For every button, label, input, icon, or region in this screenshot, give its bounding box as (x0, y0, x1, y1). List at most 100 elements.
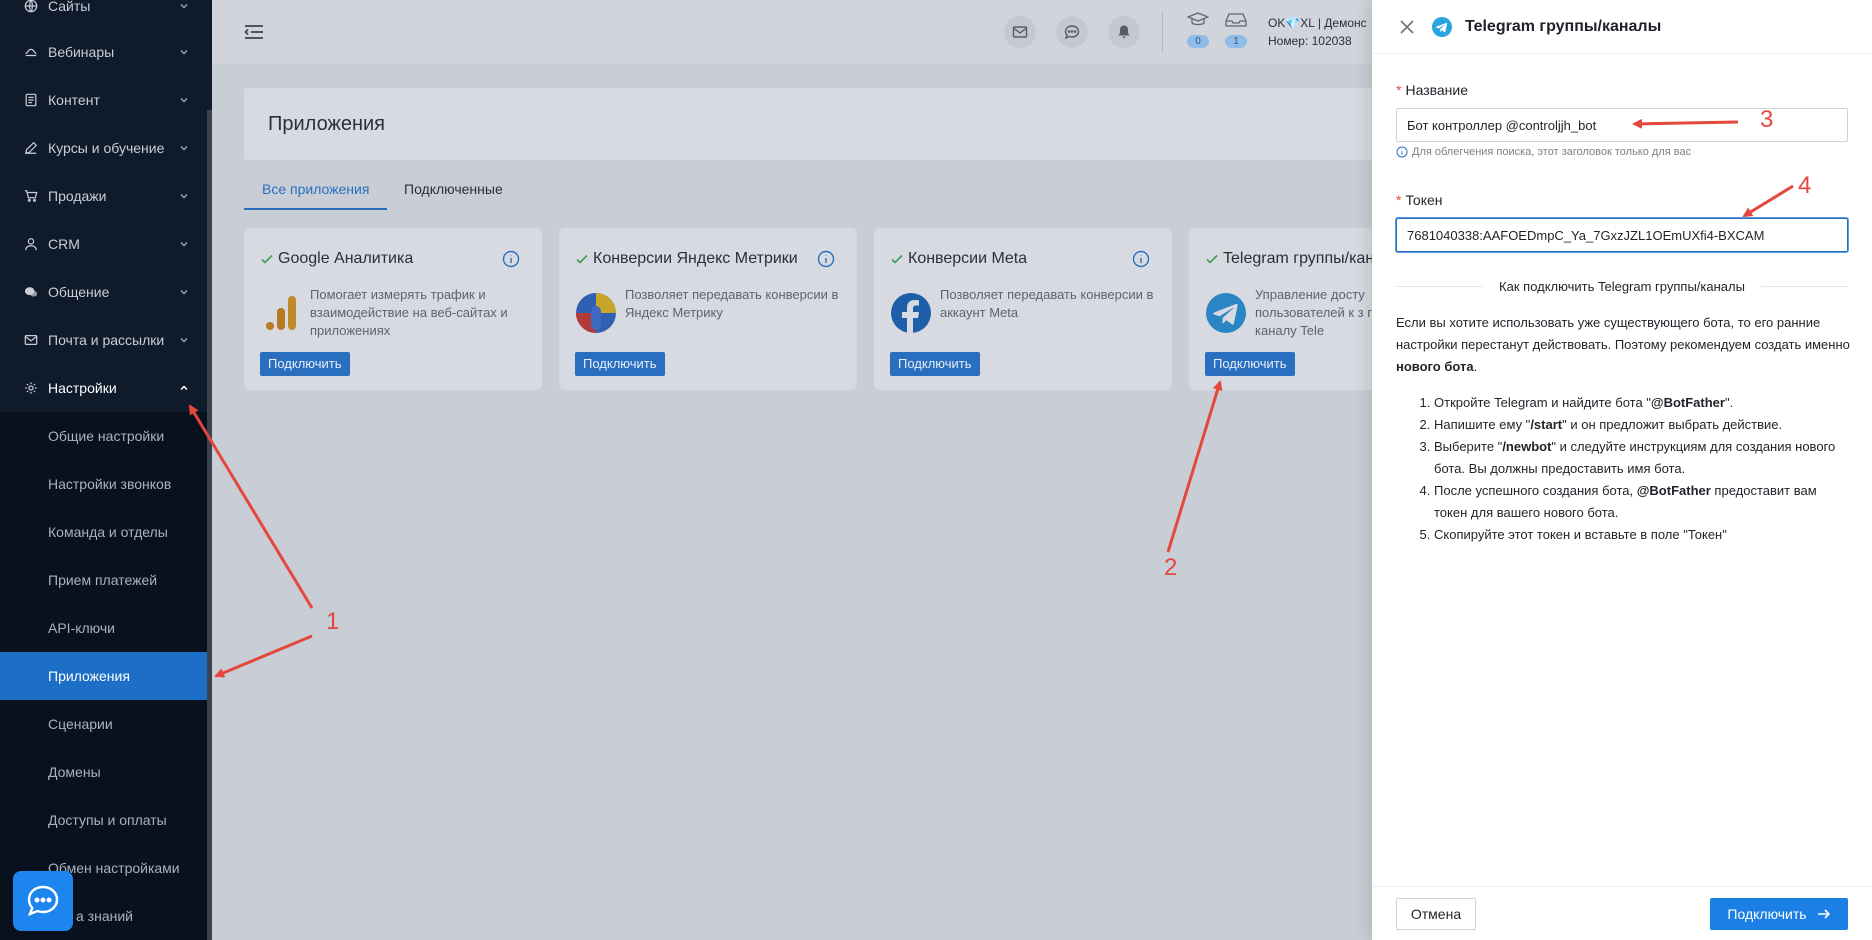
info-icon[interactable] (1132, 250, 1150, 268)
inbox-icon (1225, 13, 1247, 27)
chevron-down-icon (180, 241, 188, 247)
page-title: Приложения (268, 113, 386, 135)
connect-button[interactable]: Подключить (575, 352, 665, 376)
check-icon (1206, 254, 1218, 264)
sidebar-subitem-access[interactable]: Доступы и оплаты (0, 796, 207, 844)
gear-icon (24, 381, 38, 395)
globe-icon (24, 0, 38, 13)
sidebar-item-courses[interactable]: Курсы и обучение (0, 124, 207, 172)
sidebar-subitem-general[interactable]: Общие настройки (0, 412, 207, 460)
sidebar-item-label: Продажи (48, 188, 107, 204)
token-field-label: * Токен (1396, 192, 1443, 208)
sidebar-subitem-payments[interactable]: Прием платежей (0, 556, 207, 604)
howto-intro: Если вы хотите использовать уже существу… (1396, 312, 1852, 378)
sidebar-item-label: Почта и рассылки (48, 332, 165, 348)
app-card-yandex-metrica: Конверсии Яндекс Метрики Позволяет перед… (559, 228, 857, 390)
howto-title: Как подключить Telegram группы/каналы (1499, 278, 1745, 294)
sidebar-subitem-calls[interactable]: Настройки звонков (0, 460, 207, 508)
account-info[interactable]: OK💎XL | Демонс Номер: 102038 (1268, 14, 1367, 50)
step-text: ". (1724, 395, 1734, 410)
chat-bubble-icon (1064, 25, 1080, 40)
notifications-button[interactable] (1108, 16, 1140, 48)
hint-text: Для облегчения поиска, этот заголовок то… (1412, 146, 1692, 158)
annotation-label-1: 1 (326, 608, 340, 635)
name-input[interactable] (1396, 108, 1848, 142)
step-text: После успешного создания бота, (1434, 483, 1637, 498)
arrow-right-icon (1817, 909, 1830, 919)
sidebar-item-content[interactable]: Контент (0, 76, 207, 124)
sidebar-item-settings[interactable]: Настройки (0, 364, 207, 412)
required-marker: * (1396, 192, 1402, 208)
drawer-title: Telegram группы/каналы (1465, 18, 1662, 35)
support-chat-button[interactable] (13, 871, 73, 931)
sidebar-item-webinars[interactable]: Вебинары (0, 28, 207, 76)
chevron-down-icon (180, 3, 188, 9)
sidebar-item-sales[interactable]: Продажи (0, 172, 207, 220)
sidebar-item-crm[interactable]: CRM (0, 220, 207, 268)
tab-connected[interactable]: Подключенные (386, 168, 521, 210)
chat-icon (24, 285, 38, 299)
page-header-card (244, 88, 1444, 160)
file-icon (24, 93, 38, 107)
students-counter[interactable]: 0 (1186, 12, 1210, 52)
list-item: Скопируйте этот токен и вставьте в поле … (1434, 524, 1848, 546)
menu-collapse-icon[interactable] (244, 24, 264, 40)
telegram-icon (1432, 17, 1452, 37)
sidebar-item-communication[interactable]: Общение (0, 268, 207, 316)
annotation-label-2: 2 (1164, 554, 1178, 581)
connect-submit-label: Подключить (1727, 906, 1807, 922)
step-text: Скопируйте этот токен и вставьте в поле … (1434, 527, 1727, 542)
drawer-header: Telegram группы/каналы (1372, 0, 1872, 54)
name-label-text: Название (1405, 82, 1469, 98)
user-icon (24, 237, 38, 251)
app-card-meta: Конверсии Meta Позволяет передавать конв… (874, 228, 1172, 390)
step-text: Напишите ему " (1434, 417, 1531, 432)
app-description: Позволяет передавать конверсии в аккаунт… (940, 287, 1154, 320)
connect-submit-button[interactable]: Подключить (1710, 898, 1848, 930)
video-icon (24, 45, 38, 59)
divider-line (1396, 285, 1484, 287)
counter-badge: 0 (1187, 35, 1209, 48)
sidebar-item-label: Вебинары (48, 44, 115, 60)
sidebar-subitem-api-keys[interactable]: API-ключи (0, 604, 207, 652)
tab-all-apps[interactable]: Все приложения (244, 168, 388, 210)
step-text: Откройте Telegram и найдите бота " (1434, 395, 1651, 410)
chevron-down-icon (180, 193, 188, 199)
sidebar-subitem-apps[interactable]: Приложения (0, 652, 207, 700)
intro-bold: нового бота (1396, 359, 1474, 374)
app-card-google-analytics: Google Аналитика Помогает измерять трафи… (244, 228, 542, 390)
app-description: Позволяет передавать конверсии в Яндекс … (625, 287, 839, 320)
howto-divider: Как подключить Telegram группы/каналы (1396, 276, 1849, 296)
cart-icon (24, 189, 38, 203)
cancel-button[interactable]: Отмена (1396, 898, 1476, 930)
connect-button[interactable]: Подключить (890, 352, 980, 376)
info-icon[interactable] (502, 250, 520, 268)
inbox-counter[interactable]: 1 (1224, 12, 1248, 52)
connect-button[interactable]: Подключить (260, 352, 350, 376)
account-number: Номер: 102038 (1268, 34, 1352, 48)
info-icon[interactable] (817, 250, 835, 268)
mail-button[interactable] (1004, 16, 1036, 48)
messages-button[interactable] (1056, 16, 1088, 48)
close-icon[interactable] (1398, 18, 1416, 36)
sidebar-subitem-domains[interactable]: Домены (0, 748, 207, 796)
sidebar-item-label: Контент (48, 92, 100, 108)
token-label-text: Токен (1405, 192, 1443, 208)
app-title: Конверсии Meta (908, 250, 1028, 267)
name-hint: Для облегчения поиска, этот заголовок то… (1396, 146, 1691, 158)
intro-text: Если вы хотите использовать уже существу… (1396, 315, 1850, 352)
connect-button[interactable]: Подключить (1205, 352, 1295, 376)
sidebar-subitem-team[interactable]: Команда и отделы (0, 508, 207, 556)
check-icon (576, 254, 588, 264)
app-root: Сайты Вебинары Контент Курсы и обучение … (0, 0, 1872, 940)
sidebar-item-label: CRM (48, 236, 80, 252)
annotation-label-4: 4 (1798, 172, 1812, 199)
token-input[interactable] (1396, 218, 1848, 252)
sidebar-item-sites[interactable]: Сайты (0, 0, 207, 30)
telegram-drawer: Telegram группы/каналы * Название Для обл… (1372, 0, 1872, 940)
sidebar-subitem-scenarios[interactable]: Сценарии (0, 700, 207, 748)
howto-steps: Откройте Telegram и найдите бота "@BotFa… (1416, 392, 1848, 546)
edit-icon (24, 141, 38, 155)
chevron-down-icon (180, 337, 188, 343)
sidebar-item-mail[interactable]: Почта и рассылки (0, 316, 207, 364)
